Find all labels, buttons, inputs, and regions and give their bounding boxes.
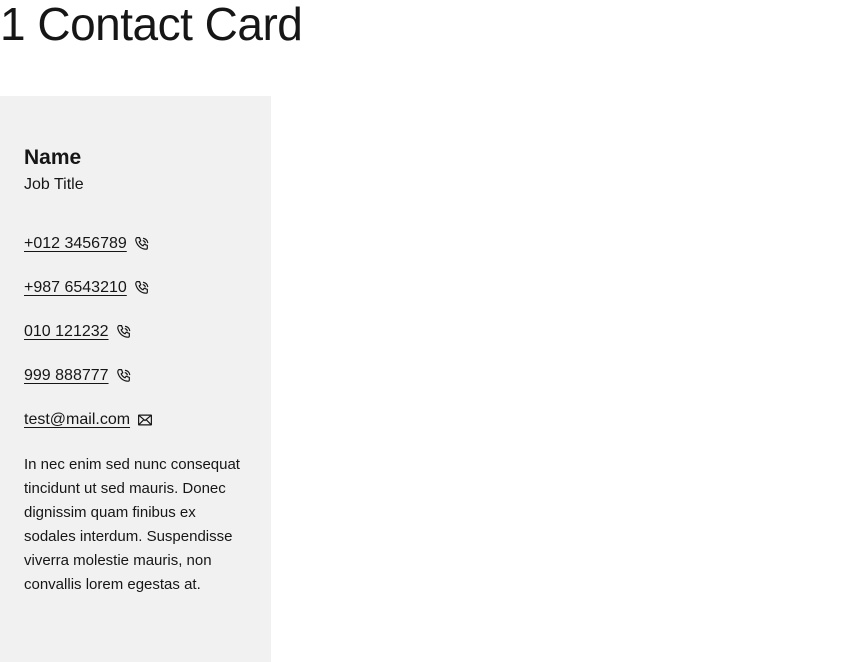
phone-icon [132, 234, 152, 254]
contact-item-phone-3: 010 121232 [24, 321, 247, 343]
job-title: Job Title [24, 176, 84, 193]
contact-description: In nec enim sed nunc consequat tincidunt… [24, 456, 240, 593]
contact-list: +012 3456789 +987 6543210 010 121232 999… [24, 233, 247, 431]
phone-link[interactable]: 010 121232 [24, 321, 109, 343]
phone-icon [114, 322, 134, 342]
email-link[interactable]: test@mail.com [24, 409, 130, 431]
page-title: 1 Contact Card [0, 0, 303, 50]
phone-icon [132, 278, 152, 298]
phone-link[interactable]: +012 3456789 [24, 233, 127, 255]
phone-link[interactable]: 999 888777 [24, 365, 109, 387]
contact-name: Name [24, 146, 82, 169]
contact-card: Name Job Title +012 3456789 +987 6543210 [0, 96, 271, 662]
contact-item-phone-2: +987 6543210 [24, 277, 247, 299]
contact-item-email: test@mail.com [24, 409, 247, 431]
phone-link[interactable]: +987 6543210 [24, 277, 127, 299]
mail-icon [135, 410, 155, 430]
contact-item-phone-4: 999 888777 [24, 365, 247, 387]
phone-icon [114, 366, 134, 386]
contact-item-phone-1: +012 3456789 [24, 233, 247, 255]
